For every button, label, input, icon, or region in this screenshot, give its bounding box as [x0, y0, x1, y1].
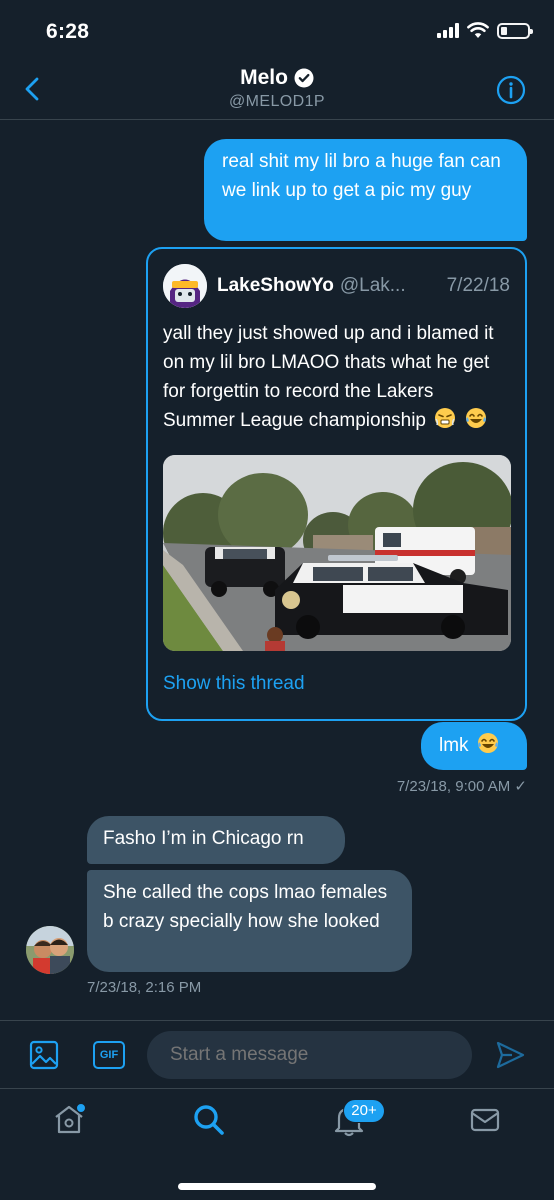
incoming-message[interactable]: Fasho I’m in Chicago rn	[87, 816, 345, 864]
outgoing-message[interactable]: lmk	[421, 722, 527, 770]
info-icon[interactable]	[496, 75, 526, 105]
message-text: lmk	[439, 735, 469, 756]
tweet-date: 7/22/18	[446, 275, 510, 296]
conversation-title: Melo @MELOD1P	[0, 66, 554, 111]
tweet-author-handle: @Lak...	[339, 275, 406, 296]
status-bar: 6:28	[0, 0, 554, 62]
frustrated-face-emoji-icon	[435, 408, 456, 428]
wifi-icon	[467, 22, 489, 38]
tears-of-joy-emoji-icon	[477, 733, 498, 753]
home-notification-dot	[76, 1103, 86, 1113]
show-thread-link[interactable]: Show this thread	[163, 673, 510, 695]
contact-avatar[interactable]	[26, 926, 74, 974]
contact-name: Melo	[240, 66, 288, 89]
contact-handle: @MELOD1P	[229, 93, 325, 110]
tweet-text-block: yall they just showed up and i blamed it…	[163, 319, 508, 435]
tweet-author-avatar[interactable]	[163, 264, 207, 308]
cellular-signal-icon	[437, 23, 459, 38]
tweet-author-name: LakeShowYo	[217, 275, 334, 296]
shared-tweet-card[interactable]: LakeShowYo @Lak... 7/22/18 yall they jus…	[146, 247, 527, 721]
tweet-header: LakeShowYo @Lak... 7/22/18	[163, 263, 510, 309]
incoming-message[interactable]: She called the cops lmao females b crazy…	[87, 870, 412, 972]
message-input[interactable]	[147, 1031, 472, 1079]
outgoing-message[interactable]: real shit my lil bro a huge fan can we l…	[204, 139, 527, 241]
notifications-badge: 20+	[343, 1099, 385, 1123]
message-timestamp: 7/23/18, 9:00 AM ✓	[396, 778, 527, 795]
verified-badge-icon	[294, 68, 314, 88]
tweet-photo[interactable]	[163, 455, 511, 651]
photo-icon[interactable]	[28, 1039, 60, 1071]
message-timestamp: 7/23/18, 2:16 PM	[87, 979, 202, 996]
tears-of-joy-emoji-icon	[465, 408, 486, 428]
contact-name-row: Melo	[240, 66, 314, 90]
status-icons	[437, 22, 533, 39]
status-time: 6:28	[46, 20, 90, 43]
search-icon[interactable]	[192, 1103, 226, 1137]
home-indicator	[178, 1183, 376, 1190]
conversation-header: Melo @MELOD1P	[0, 62, 554, 120]
gif-button[interactable]: GIF	[93, 1041, 125, 1069]
send-icon[interactable]	[494, 1039, 526, 1071]
mail-icon[interactable]	[468, 1103, 502, 1137]
battery-icon	[497, 22, 533, 39]
message-composer: GIF	[0, 1020, 554, 1088]
